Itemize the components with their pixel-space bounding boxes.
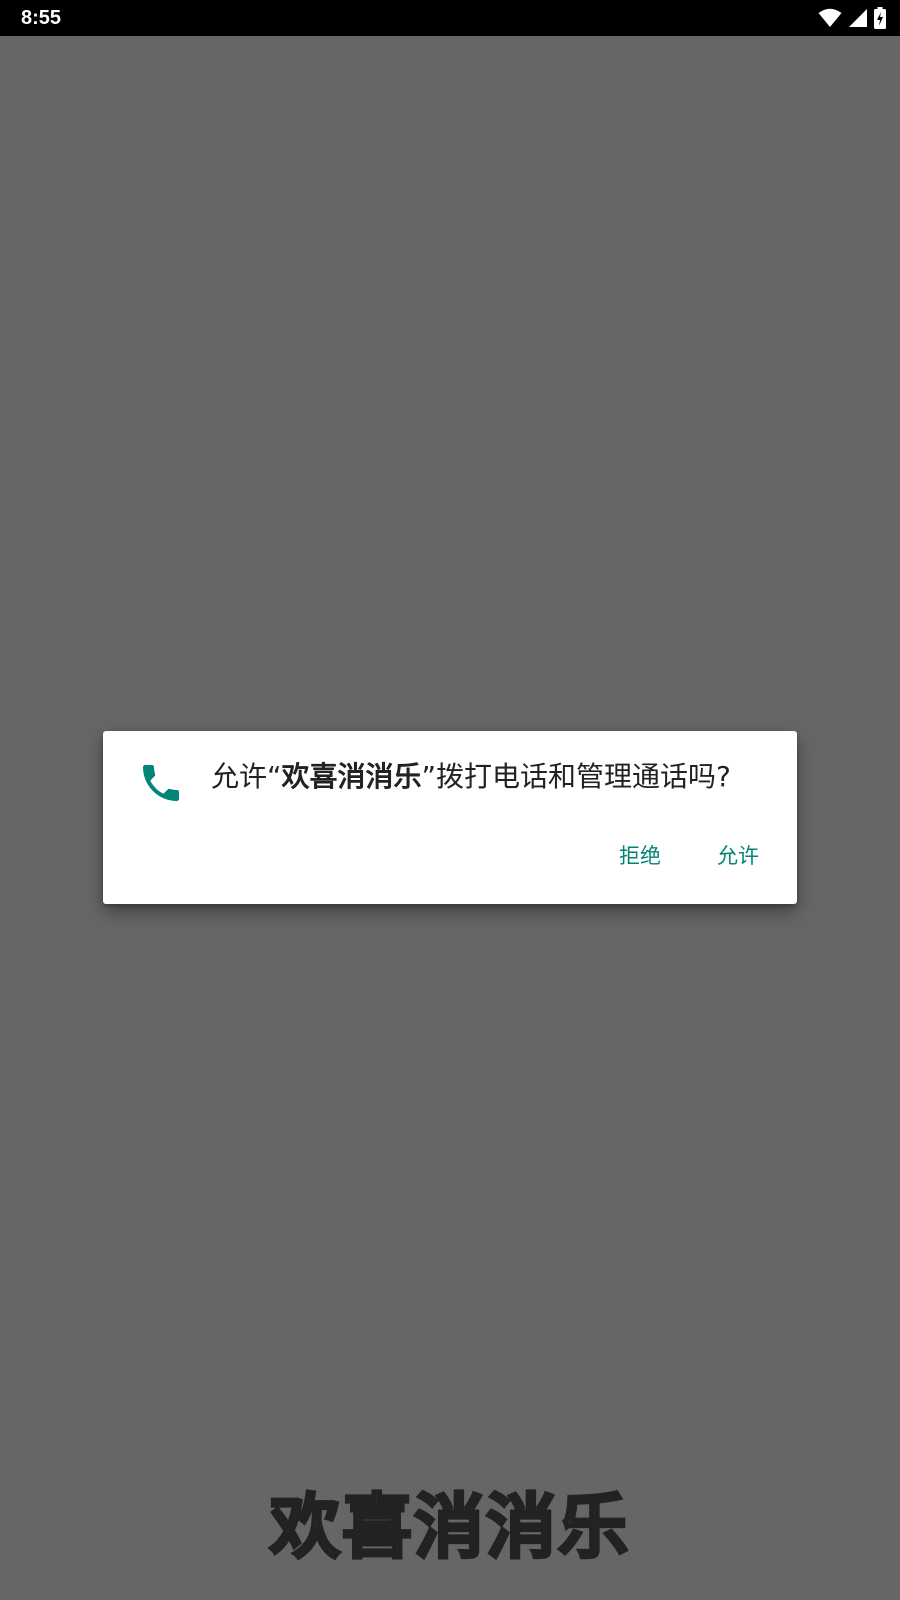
status-bar: 8:55 — [0, 0, 900, 36]
status-icons — [818, 6, 886, 30]
dialog-message: 允许“欢喜消消乐”拨打电话和管理通话吗? — [211, 757, 791, 797]
dialog-actions: 拒绝 允许 — [611, 841, 767, 871]
battery-charging-icon — [874, 7, 886, 29]
status-time: 8:55 — [21, 7, 62, 29]
message-app-name: 欢喜消消乐 — [281, 760, 422, 793]
phone-icon — [137, 759, 185, 807]
permission-dialog: 允许“欢喜消消乐”拨打电话和管理通话吗? 拒绝 允许 — [103, 731, 797, 904]
message-prefix: 允许“ — [211, 760, 282, 793]
message-suffix: ”拨打电话和管理通话吗? — [421, 760, 731, 793]
allow-button[interactable]: 允许 — [709, 841, 767, 871]
wifi-icon — [818, 8, 842, 28]
cell-signal-icon — [848, 8, 868, 28]
screen: 8:55 欢喜消消乐 允许“欢喜消消乐”拨打电话和管理通话吗? 拒绝 允许 — [0, 0, 900, 1600]
app-title: 欢喜消消乐 — [269, 1485, 630, 1570]
deny-button[interactable]: 拒绝 — [611, 841, 669, 871]
